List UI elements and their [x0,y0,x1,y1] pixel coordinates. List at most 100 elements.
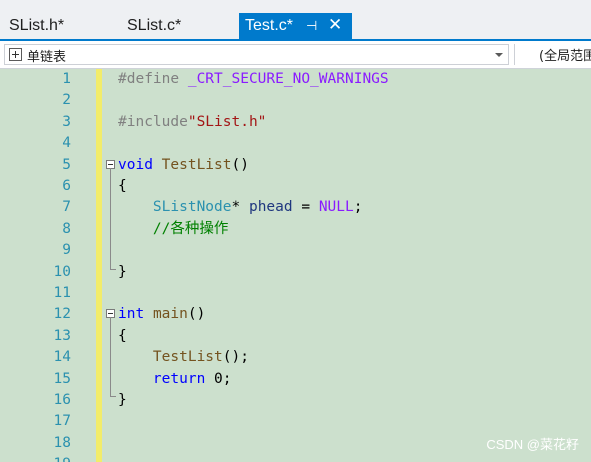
watermark: CSDN @菜花籽 [486,437,579,452]
tab-slist-h[interactable]: SList.h* [0,13,73,41]
code-line[interactable]: 12 int main() [0,304,591,325]
line-number: 19 [0,454,71,462]
code-line[interactable]: 7 SListNode* phead = NULL; [0,197,591,218]
code-token: } [118,263,127,280]
line-number: 18 [53,434,71,451]
scope-dropdown-value: 单链表 [27,50,67,65]
code-line[interactable]: 17 [0,411,591,432]
line-number: 4 [62,135,71,152]
scope-dropdown[interactable]: 单链表 [4,44,509,65]
code-token: void [118,156,153,173]
line-number: 1 [62,71,71,87]
document-tab-strip: SList.h* SList.c* Test.c* ⊣ ✕ [0,0,591,41]
navigation-bar: 单链表 (全局范围 [0,41,591,69]
code-token: NULL [318,199,354,216]
code-line[interactable]: 9 [0,240,591,261]
code-text: { [118,326,127,347]
code-text: TestList(); [118,347,249,368]
code-line[interactable]: 16} [0,390,591,411]
code-line[interactable]: 6{ [0,176,591,197]
code-token: (); [222,349,249,366]
line-number: 17 [53,413,71,430]
line-number: 6 [62,178,71,194]
line-number: 8 [62,220,71,237]
code-token: phead [248,199,293,216]
tab-slist-c[interactable]: SList.c* [118,13,190,41]
pin-icon[interactable]: ⊣ [306,18,317,34]
member-dropdown[interactable]: (全局范围 [514,44,591,65]
code-line[interactable]: 4 [0,133,591,154]
code-token: "SList.h" [187,113,267,130]
code-token: SListNode [152,199,232,216]
line-number: 14 [53,349,71,366]
close-icon[interactable]: ✕ [328,15,342,35]
line-number: 7 [62,199,71,216]
line-number: 12 [53,306,71,323]
code-text: int main() [118,304,205,325]
code-editor[interactable]: 1 #define _CRT_SECURE_NO_WARNINGS 2 3 #inclu… [0,69,591,462]
outline-end [110,269,116,270]
code-token: //各种操作 [152,220,229,237]
code-token: ; [353,199,363,216]
code-line[interactable]: 5 void TestList() [0,155,591,176]
code-text: { [118,176,127,197]
chevron-down-icon[interactable] [495,53,503,57]
code-text: } [118,390,127,411]
code-text: SListNode* phead = NULL; [118,197,363,218]
tab-test-c[interactable]: Test.c* ⊣ ✕ [239,13,352,41]
line-number: 3 [62,113,71,130]
code-token: * [231,199,249,216]
code-token: { [118,327,127,344]
tab-label: SList.c* [127,17,182,34]
code-line[interactable]: 15 return 0; [0,369,591,390]
code-text: #define _CRT_SECURE_NO_WARNINGS [118,69,389,90]
code-token: 0; [205,370,232,387]
code-text: } [118,262,127,283]
line-number: 16 [53,392,71,408]
code-token: { [118,178,127,194]
line-number: 10 [53,263,71,280]
code-token: main [152,306,188,323]
code-text: return 0; [118,369,232,390]
code-token: #include [118,113,188,130]
code-line[interactable]: 14 TestList(); [0,347,591,368]
code-token: TestList [152,349,223,366]
outline-line [110,317,111,396]
code-token: int [118,306,145,323]
code-token: } [118,392,127,408]
outline-end [110,396,116,397]
project-scope-icon [9,48,22,61]
code-line[interactable]: 19 [0,454,591,462]
code-token: () [187,306,206,323]
code-line[interactable]: 10} [0,262,591,283]
code-token: return [152,370,206,387]
member-dropdown-value: (全局范围 [539,49,591,64]
code-text: //各种操作 [118,219,228,240]
code-line[interactable]: 8 //各种操作 [0,219,591,240]
code-text: #include"SList.h" [118,112,266,133]
code-token: () [231,156,249,173]
line-number: 11 [53,285,71,301]
code-line[interactable]: 1 #define _CRT_SECURE_NO_WARNINGS [0,69,591,90]
code-line[interactable]: 2 [0,90,591,111]
code-text: void TestList() [118,155,249,176]
line-number: 5 [62,156,71,173]
line-number: 13 [53,327,71,344]
code-line[interactable]: 13 { [0,326,591,347]
code-line[interactable]: 11 [0,283,591,304]
code-token: #define [118,71,188,87]
line-number: 15 [53,370,71,387]
code-line[interactable]: 3 #include"SList.h" [0,112,591,133]
code-token: TestList [161,156,232,173]
tab-label: Test.c* [245,17,294,34]
code-token: = [292,199,319,216]
line-number: 9 [62,242,71,259]
line-number: 2 [62,92,71,109]
outline-line [110,168,111,269]
